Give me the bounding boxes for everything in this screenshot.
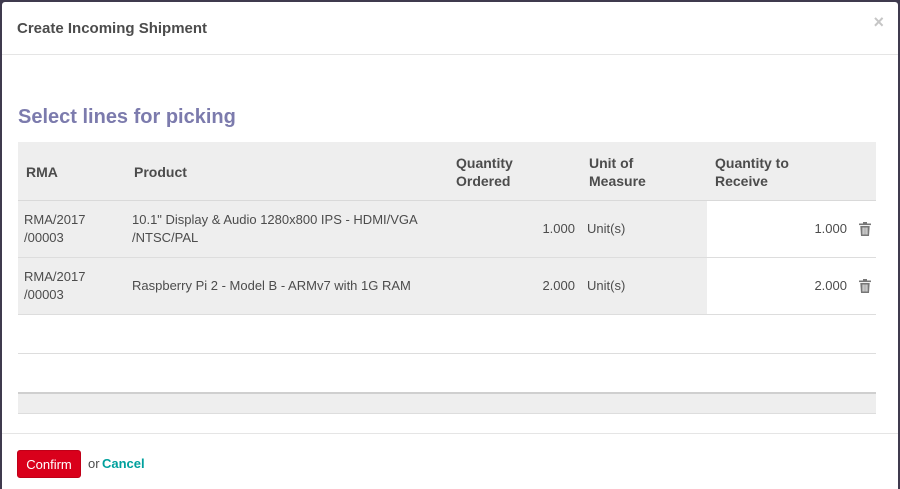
column-header-uom-line2: Measure	[589, 173, 646, 189]
quantity-to-receive-value[interactable]: 2.000	[787, 277, 847, 295]
rma-line1: RMA/2017	[24, 212, 86, 227]
table-row[interactable]: RMA/2017 /00003 Raspberry Pi 2 - Model B…	[18, 258, 876, 315]
table-footer	[18, 392, 876, 414]
empty-row[interactable]	[18, 315, 876, 354]
product-cell: 10.1" Display & Audio 1280x800 IPS - HDM…	[132, 211, 418, 247]
unit-of-measure-cell: Unit(s)	[587, 278, 626, 293]
table-header: RMA Product Quantity Ordered Unit of Mea…	[18, 142, 876, 201]
rma-cell: RMA/2017 /00003	[24, 268, 85, 304]
trash-icon[interactable]	[859, 279, 871, 293]
quantity-ordered-cell: 2.000	[542, 278, 575, 293]
empty-row	[18, 354, 876, 392]
dialog-header: Create Incoming Shipment ×	[2, 2, 898, 55]
cancel-link[interactable]: Cancel	[102, 456, 145, 471]
section-title: Select lines for picking	[18, 106, 236, 128]
column-header-uom-line1: Unit of	[589, 155, 634, 171]
rma-line2: /00003	[24, 287, 64, 302]
quantity-to-receive-value[interactable]: 1.000	[787, 220, 847, 238]
unit-of-measure-cell: Unit(s)	[587, 221, 626, 236]
or-label: or	[88, 456, 100, 471]
trash-icon[interactable]	[859, 222, 871, 236]
column-header-unit-of-measure[interactable]: Unit of Measure	[589, 154, 646, 190]
product-cell: Raspberry Pi 2 - Model B - ARMv7 with 1G…	[132, 278, 411, 293]
column-header-qty-receive-line1: Quantity to	[715, 155, 789, 171]
confirm-button[interactable]: Confirm	[17, 450, 81, 478]
rma-cell: RMA/2017 /00003	[24, 211, 85, 247]
create-incoming-shipment-dialog: Create Incoming Shipment × Select lines …	[2, 2, 898, 489]
product-line1: 10.1" Display & Audio 1280x800 IPS - HDM…	[132, 212, 418, 227]
rma-line1: RMA/2017	[24, 269, 86, 284]
picking-lines-table: RMA Product Quantity Ordered Unit of Mea…	[18, 142, 876, 414]
table-row[interactable]: RMA/2017 /00003 10.1" Display & Audio 12…	[18, 201, 876, 258]
close-icon[interactable]: ×	[873, 13, 884, 31]
column-header-quantity-to-receive[interactable]: Quantity to Receive	[715, 154, 789, 190]
column-header-rma[interactable]: RMA	[26, 163, 58, 181]
rma-line2: /00003	[24, 230, 64, 245]
column-header-quantity-ordered-line2: Ordered	[456, 173, 511, 189]
quantity-ordered-cell: 1.000	[542, 221, 575, 236]
column-header-quantity-ordered[interactable]: Quantity Ordered	[456, 154, 513, 190]
column-header-product[interactable]: Product	[134, 163, 187, 181]
column-header-qty-receive-line2: Receive	[715, 173, 768, 189]
product-line2: /NTSC/PAL	[132, 230, 199, 245]
dialog-title: Create Incoming Shipment	[17, 20, 208, 37]
column-header-quantity-ordered-line1: Quantity	[456, 155, 513, 171]
dialog-footer: Confirm or Cancel	[2, 433, 898, 489]
